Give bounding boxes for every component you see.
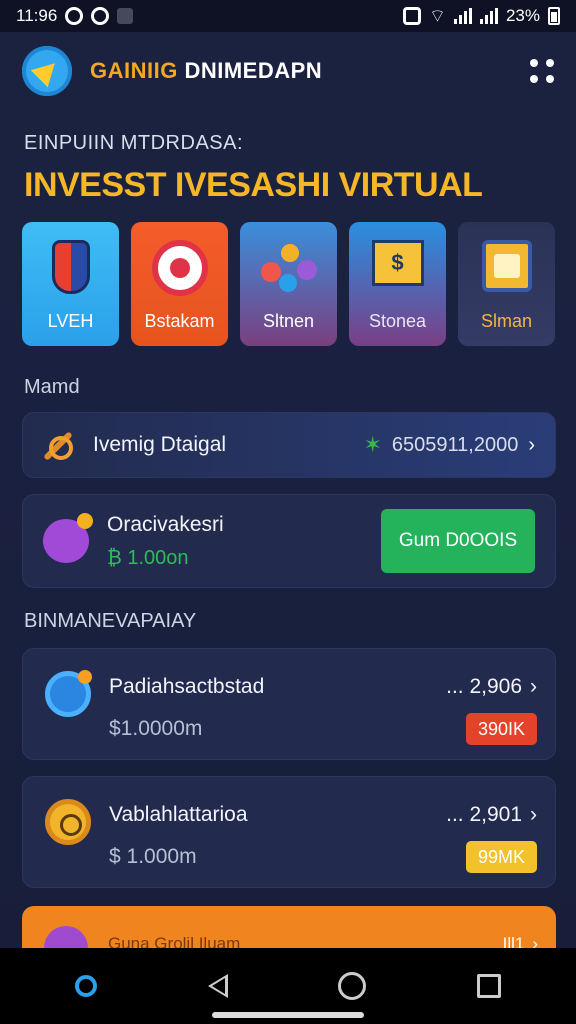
- category-label: LVEH: [47, 311, 94, 331]
- investment-card[interactable]: Padiahsactbstad $1.0000m ... 2,906 › 390I…: [22, 648, 556, 760]
- chevron-right-icon: ›: [530, 803, 537, 826]
- investment-value: 6505911,2000: [391, 433, 519, 456]
- chat-bubble-icon: [43, 513, 93, 563]
- chat-blue-icon: [45, 670, 92, 717]
- status-bar: 11:96 ⌔ 23%: [0, 0, 576, 32]
- treasure-chest-icon: [481, 240, 532, 292]
- battery-percent: 23%: [505, 6, 540, 25]
- investment-value: ... 2,906: [446, 675, 522, 698]
- app-title: GAINIIG DNIMEDAPN: [90, 58, 322, 84]
- section-label: BINMANEVAPAIAY: [24, 610, 197, 632]
- investment-amount: $ 1.000m: [109, 845, 197, 868]
- investment-card[interactable]: Vablahlattarioa $ 1.000m ... 2,901 › 99MK: [22, 776, 556, 888]
- more-dots-icon[interactable]: [530, 59, 554, 83]
- wifi-icon: ⌔: [429, 5, 446, 26]
- category-card[interactable]: $ Stonea: [349, 222, 446, 346]
- gold-coin-icon: [45, 799, 91, 845]
- app-bar: GAINIIG DNIMEDAPN: [0, 32, 576, 110]
- assistant-icon[interactable]: [75, 975, 98, 997]
- category-list: LVEH Bstakam Sltnen $ Stonea Slman: [22, 222, 562, 346]
- investment-row[interactable]: Ivemig Dtaigal ✶ 6505911,2000 ›: [22, 412, 556, 478]
- balance-title: Oracivakesri: [107, 512, 224, 536]
- signal-icon: [453, 8, 472, 24]
- notification-icon: [65, 7, 84, 25]
- wrench-icon: [43, 430, 73, 460]
- action-button[interactable]: Gum D0OOIS: [381, 509, 535, 573]
- category-label: Bstakam: [144, 311, 215, 331]
- category-label: Slman: [480, 311, 533, 331]
- app-title-main: DNIMEDAPN: [184, 58, 323, 83]
- hero-headline: INVESST IVESASHI VIRTUAL: [24, 166, 483, 204]
- chevron-right-icon: ›: [530, 675, 537, 698]
- investment-amount: $1.0000m: [109, 717, 203, 740]
- investment-value: ... 2,901: [446, 803, 522, 826]
- hero-subtitle: EINPUIIN MTDRDASA:: [24, 132, 244, 154]
- chevron-right-icon: ›: [528, 433, 535, 456]
- paper-plane-icon[interactable]: [22, 46, 72, 96]
- category-label: Sltnen: [262, 311, 315, 331]
- image-notification-icon: [117, 8, 134, 24]
- app-notification-icon: [91, 7, 110, 25]
- app-title-accent: GAINIIG: [90, 58, 178, 83]
- category-card[interactable]: Slman: [458, 222, 555, 346]
- recent-apps-icon[interactable]: [476, 974, 501, 998]
- target-icon: [151, 240, 208, 296]
- balance-amount: ₿ 1.00on: [107, 546, 189, 569]
- sign-icon: $: [371, 240, 424, 286]
- signal-icon-2: [479, 8, 498, 24]
- status-time: 11:96: [16, 6, 58, 25]
- status-badge: 390IK: [465, 713, 537, 745]
- category-card[interactable]: LVEH: [22, 222, 119, 346]
- star-icon: ✶: [363, 432, 382, 457]
- home-indicator[interactable]: [212, 1012, 364, 1018]
- balance-card: Oracivakesri ₿ 1.00on Gum D0OOIS: [22, 494, 556, 588]
- section-label: Mamd: [24, 376, 80, 398]
- investment-name: Padiahsactbstad: [109, 675, 265, 698]
- investment-name: Vablahlattarioa: [109, 803, 248, 826]
- category-card[interactable]: Bstakam: [131, 222, 228, 346]
- battery-icon: [548, 7, 560, 25]
- app-screen: 11:96 ⌔ 23% GAINIIG DNIMEDAPN EINPUIIN M…: [0, 0, 576, 1024]
- molecule-icon: [257, 240, 321, 296]
- category-label: Stonea: [368, 311, 427, 331]
- vpn-icon: [403, 7, 422, 25]
- category-card[interactable]: Sltnen: [240, 222, 337, 346]
- status-badge: 99MK: [465, 841, 537, 873]
- back-icon[interactable]: [207, 974, 228, 998]
- investment-title: Ivemig Dtaigal: [93, 433, 227, 456]
- home-icon[interactable]: [338, 972, 367, 1000]
- shield-icon: [51, 240, 90, 294]
